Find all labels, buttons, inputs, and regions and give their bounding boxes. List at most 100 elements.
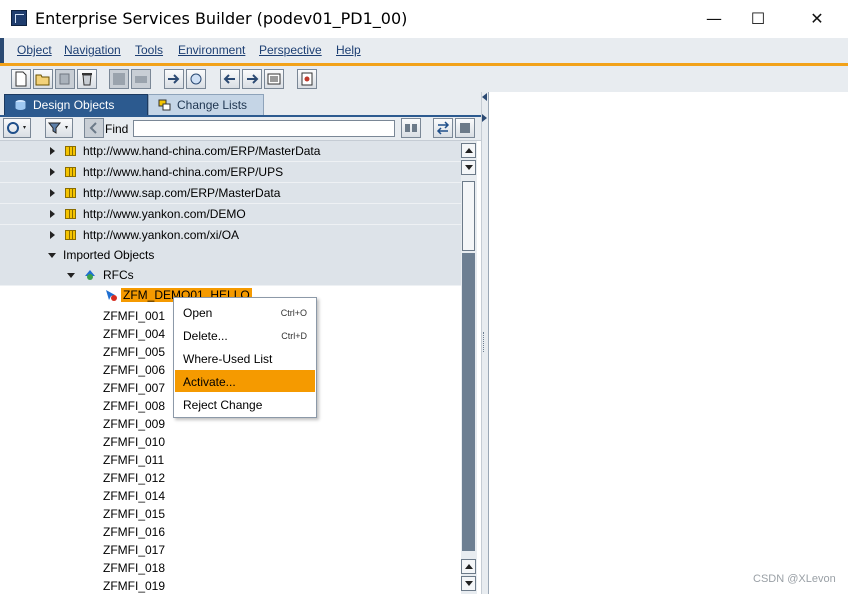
tree-rfcs-node[interactable]: RFCs [0,265,461,286]
collapse-arrow-icon[interactable] [67,273,75,278]
back-icon[interactable] [220,69,240,89]
watermark-text: CSDN @XLevon [753,573,836,585]
list-item[interactable]: ZFMFI_017 [0,540,461,560]
scroll-up-button-bottom[interactable] [461,559,476,574]
app-icon [11,10,27,26]
tab-design-objects-label: Design Objects [33,98,115,112]
menu-perspective[interactable]: Perspective [259,43,322,57]
scroll-down-button[interactable] [461,576,476,591]
editor-pane [488,92,848,594]
scroll-thumb[interactable] [462,181,475,251]
tree-namespace-item[interactable]: http://www.yankon.com/DEMO [0,204,461,225]
tree-namespace-item[interactable]: http://www.hand-china.com/ERP/MasterData [0,141,461,162]
menu-object[interactable]: Object [17,43,52,57]
namespace-icon [65,188,76,198]
minimize-button[interactable]: — [692,4,736,34]
find-input[interactable] [133,120,395,137]
context-menu-where-used[interactable]: Where-Used List [175,347,315,369]
down-arrow-icon [465,581,473,586]
find-collapse-icon[interactable] [84,118,104,138]
title-bar: Enterprise Services Builder (podev01_PD1… [0,0,848,38]
tree-imported-objects[interactable]: Imported Objects [0,245,461,266]
list-icon[interactable] [264,69,284,89]
namespace-icon [65,230,76,240]
up-arrow-icon [465,564,473,569]
tree-namespace-item[interactable]: http://www.sap.com/ERP/MasterData [0,183,461,204]
expand-arrow-icon[interactable] [50,231,55,239]
scroll-up-button[interactable] [461,143,476,158]
delete-shortcut: Ctrl+D [281,331,307,341]
splitter-grip[interactable] [483,332,486,352]
rfc-item-label: ZFMFI_008 [103,399,166,413]
list-item[interactable]: ZFMFI_010 [0,432,461,452]
rfc-item-label: ZFMFI_006 [103,363,166,377]
down-arrow-icon [465,165,473,170]
menu-help[interactable]: Help [336,43,361,57]
expand-right-icon[interactable] [482,114,487,122]
settings-icon[interactable] [297,69,317,89]
expand-arrow-icon[interactable] [50,189,55,197]
rfc-item-label: ZFMFI_018 [103,561,166,575]
open-icon[interactable] [33,69,53,89]
rfc-item-label: ZFMFI_005 [103,345,166,359]
list-item[interactable]: ZFMFI_014 [0,486,461,506]
expand-arrow-icon[interactable] [50,147,55,155]
tab-design-objects[interactable]: Design Objects [4,94,148,116]
delete-icon[interactable] [77,69,97,89]
rfc-item-label: ZFMFI_011 [103,453,165,467]
list-item[interactable]: ZFMFI_016 [0,522,461,542]
menu-navigation[interactable]: Navigation [64,43,121,57]
forward-icon[interactable] [242,69,262,89]
filter-dropdown-icon[interactable] [45,118,73,138]
list-item[interactable]: ZFMFI_018 [0,558,461,578]
maximize-button[interactable]: ☐ [736,4,780,34]
rfc-item-label: ZFMFI_012 [103,471,166,485]
namespace-label: http://www.yankon.com/DEMO [83,207,246,221]
menu-tools[interactable]: Tools [135,43,163,57]
reject-change-label: Reject Change [183,398,263,412]
rfc-item-label: ZFMFI_015 [103,507,166,521]
rfc-item-label: ZFMFI_007 [103,381,166,395]
copy-icon[interactable] [55,69,75,89]
check-icon[interactable] [109,69,129,89]
context-menu-reject-change[interactable]: Reject Change [175,393,315,415]
display-icon[interactable] [186,69,206,89]
expand-arrow-icon[interactable] [50,168,55,176]
swap-icon[interactable] [433,118,453,138]
tab-change-lists[interactable]: Change Lists [148,94,264,116]
list-item[interactable]: ZFMFI_015 [0,504,461,524]
menu-bar-marker [0,38,4,63]
collapse-arrow-icon[interactable] [48,253,56,258]
scroll-down-button-top[interactable] [461,160,476,175]
scroll-track[interactable] [462,253,475,551]
tree-namespace-item[interactable]: http://www.yankon.com/xi/OA [0,225,461,246]
up-arrow-icon [465,148,473,153]
open-shortcut: Ctrl+O [280,308,307,318]
list-item[interactable]: ZFMFI_011 [0,450,461,470]
collapse-left-icon[interactable] [482,93,487,101]
namespace-icon [65,167,76,177]
rfc-item-label: ZFMFI_001 [103,309,166,323]
list-item[interactable]: ZFMFI_019 [0,576,461,594]
navigate-icon[interactable] [164,69,184,89]
menu-environment[interactable]: Environment [178,43,245,57]
change-list-icon [158,99,171,111]
close-button[interactable]: ✕ [795,4,839,34]
rfc-icon [106,290,117,301]
refresh-dropdown-icon[interactable] [3,118,31,138]
expand-arrow-icon[interactable] [50,210,55,218]
print-icon[interactable] [131,69,151,89]
rfc-item-label: ZFMFI_004 [103,327,166,341]
list-item[interactable]: ZFMFI_012 [0,468,461,488]
delete-label: Delete... [183,329,228,343]
toolbar [0,66,848,93]
context-menu-open[interactable]: Open Ctrl+O [175,301,315,323]
stop-icon[interactable] [455,118,475,138]
context-menu-activate[interactable]: Activate... [175,370,315,392]
binoculars-icon[interactable] [401,118,421,138]
tree-scrollbar[interactable] [461,141,477,594]
new-icon[interactable] [11,69,31,89]
tree-namespace-item[interactable]: http://www.hand-china.com/ERP/UPS [0,162,461,183]
context-menu-delete[interactable]: Delete... Ctrl+D [175,324,315,346]
find-label: Find [105,122,129,136]
